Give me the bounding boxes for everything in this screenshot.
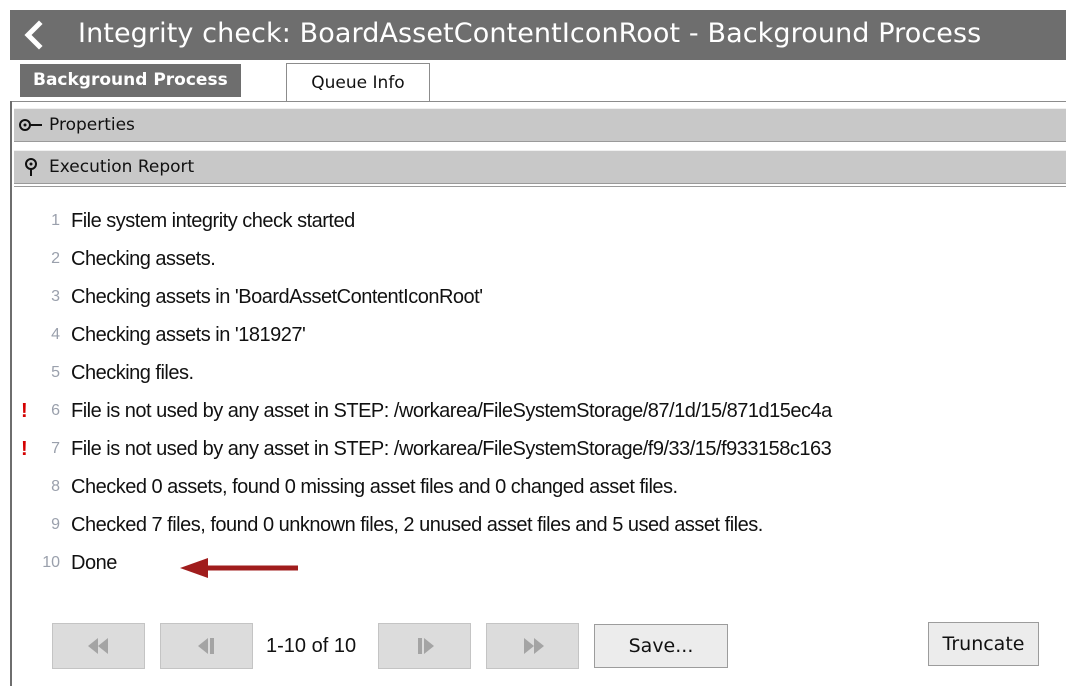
line-number: 10 (42, 554, 60, 571)
step-forward-icon (417, 638, 434, 654)
log-text: Checking files. (71, 362, 194, 384)
properties-label: Properties (49, 115, 135, 135)
log-line: 2 Checking assets. (0, 241, 1052, 277)
log-line: 3 Checking assets in 'BoardAssetContentIc… (0, 279, 1052, 315)
page-info: 1-10 of 10 (266, 635, 357, 657)
first-page-button[interactable] (52, 623, 145, 669)
window-title: Integrity check: BoardAssetContentIconRo… (78, 18, 982, 49)
last-page-button[interactable] (486, 623, 579, 669)
line-number: 6 (51, 402, 60, 419)
log-line: ! 7 File is not used by any asset in STEP:… (0, 431, 1052, 467)
rewind-icon (87, 638, 108, 654)
log-text: File is not used by any asset in STEP: /… (71, 400, 832, 422)
log-text: Checked 7 files, found 0 unknown files, … (71, 514, 763, 536)
log-text: Checked 0 assets, found 0 missing asset … (71, 476, 678, 498)
execution-report-section-header[interactable]: Execution Report (14, 150, 1066, 184)
line-number: 9 (51, 516, 60, 533)
previous-page-button[interactable] (160, 623, 253, 669)
log-line: 9 Checked 7 files, found 0 unknown files,… (0, 507, 1052, 543)
log-text: Checking assets in '181927' (71, 324, 306, 346)
tab-background-process[interactable]: Background Process (20, 64, 241, 97)
line-number: 4 (51, 326, 60, 343)
tab-queue-info[interactable]: Queue Info (286, 63, 430, 101)
expand-pin-icon (19, 119, 42, 131)
warning-icon: ! (21, 438, 28, 460)
log-text: File system integrity check started (71, 210, 355, 232)
log-text: File is not used by any asset in STEP: /… (71, 438, 832, 460)
log-text: Done (71, 552, 117, 574)
title-bar: Integrity check: BoardAssetContentIconRo… (10, 10, 1066, 60)
save-button[interactable]: Save... (594, 624, 728, 668)
log-line: 10 Done (0, 545, 1052, 581)
tab-bar: Background Process Queue Info (10, 60, 1066, 102)
annotation-arrow-icon (180, 558, 298, 578)
back-chevron-icon[interactable] (20, 20, 48, 50)
warning-icon: ! (21, 400, 28, 422)
line-number: 2 (51, 250, 60, 267)
log-line: 5 Checking files. (0, 355, 1052, 391)
line-number: 3 (51, 288, 60, 305)
next-page-button[interactable] (378, 623, 471, 669)
log-line: 4 Checking assets in '181927' (0, 317, 1052, 353)
line-number: 7 (51, 440, 60, 457)
log-line: 1 File system integrity check started (0, 203, 1052, 239)
line-number: 8 (51, 478, 60, 495)
pin-icon (25, 158, 37, 176)
log-line: 8 Checked 0 assets, found 0 missing asset… (0, 469, 1052, 505)
step-back-icon (197, 638, 214, 654)
truncate-button[interactable]: Truncate (928, 622, 1039, 666)
line-number: 1 (51, 212, 60, 229)
fast-forward-icon (523, 638, 544, 654)
properties-section-header[interactable]: Properties (14, 108, 1066, 142)
log-text: Checking assets in 'BoardAssetContentIco… (71, 286, 483, 308)
line-number: 5 (51, 364, 60, 381)
log-text: Checking assets. (71, 248, 216, 270)
execution-report-label: Execution Report (49, 157, 195, 177)
log-line: ! 6 File is not used by any asset in STEP:… (0, 393, 1052, 429)
